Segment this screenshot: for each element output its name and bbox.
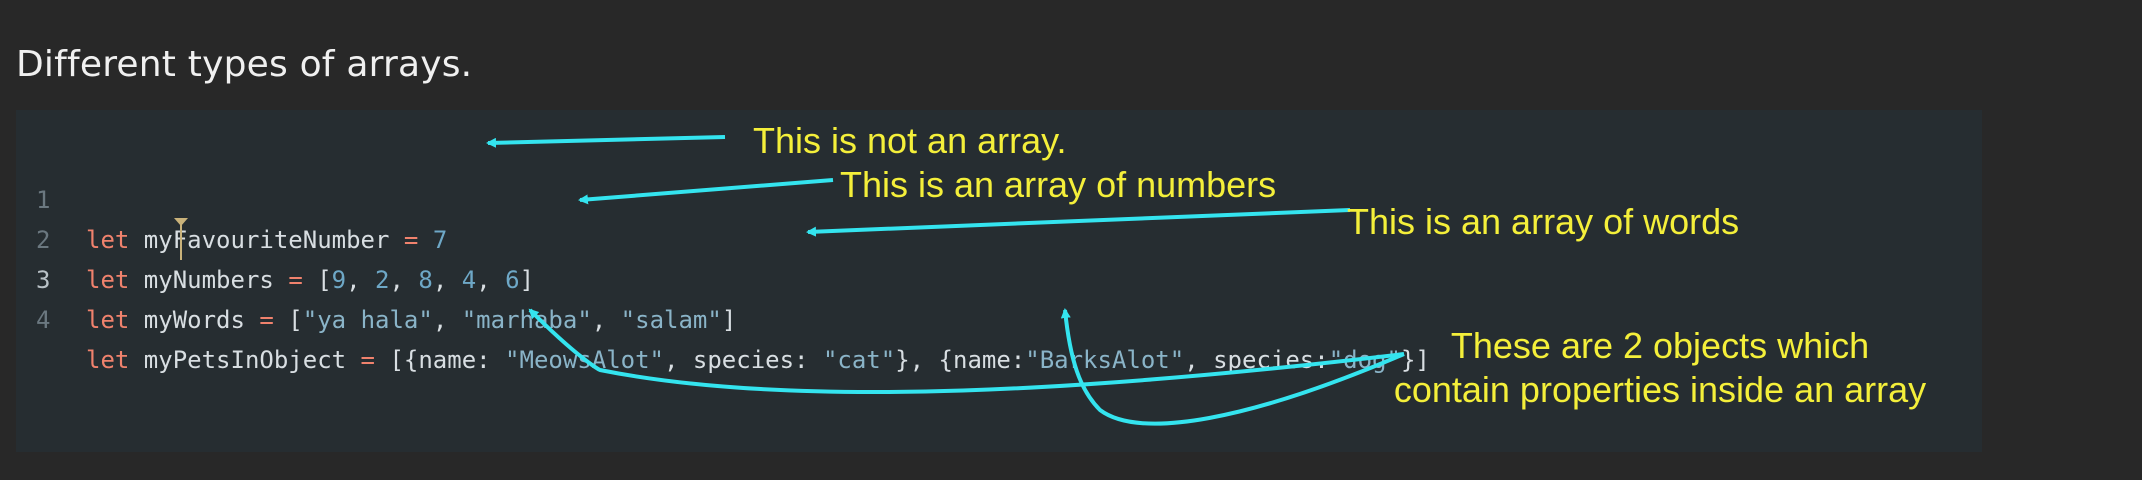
code-token: , [389, 266, 419, 294]
code-token: , [591, 306, 621, 334]
code-token: = [259, 306, 274, 334]
code-token: let [86, 266, 130, 294]
page-title: Different types of arrays. [16, 44, 473, 85]
code-token: ] [721, 306, 737, 334]
code-token: "MeowsAlot" [505, 346, 664, 374]
code-text: let myPetsInObject = [{name: "MeowsAlot"… [86, 340, 1430, 380]
text-cursor [180, 224, 182, 260]
annotation-objects-line-1: These are 2 objects which [1450, 325, 1870, 366]
code-token: "ya hala" [302, 306, 433, 334]
code-token: 7 [432, 226, 448, 254]
line-number: 4 [36, 306, 51, 334]
code-text: let myWords = ["ya hala", "marhaba", "sa… [86, 300, 736, 340]
code-line-4[interactable]: 4 let myPetsInObject = [{name: "MeowsAlo… [16, 260, 1430, 374]
code-token: "BarksAlot" [1025, 346, 1185, 374]
annotation-array-words: This is an array of words [1347, 201, 1740, 242]
code-token: 8 [418, 266, 433, 294]
code-token: , [476, 266, 506, 294]
code-token: [ [302, 266, 332, 294]
code-line-3[interactable]: 3 let myWords = ["ya hala", "marhaba", "… [16, 220, 736, 334]
annotation-array-numbers: This is an array of numbers [840, 164, 1277, 205]
code-token: myNumbers [129, 266, 289, 294]
code-token: 6 [505, 266, 520, 294]
code-token: "cat" [822, 346, 896, 374]
code-token: [{name: [375, 346, 506, 374]
code-token: myWords [129, 306, 260, 334]
code-token: , [432, 306, 462, 334]
code-token: 2 [375, 266, 390, 294]
code-token: let [86, 346, 130, 374]
code-token: "salam" [620, 306, 722, 334]
code-token: ] [519, 266, 535, 294]
code-text: let myNumbers = [9, 2, 8, 4, 6] [86, 260, 534, 300]
code-token: }, {name: [895, 346, 1026, 374]
code-token: myFavouriteNumber [129, 226, 404, 254]
annotation-objects: These are 2 objects which contain proper… [1370, 324, 1950, 412]
code-token: = [288, 266, 303, 294]
code-token: myPetsInObject [129, 346, 361, 374]
annotation-objects-line-2: contain properties inside an array [1393, 369, 1927, 410]
code-token: let [86, 226, 130, 254]
code-token: "marhaba" [461, 306, 592, 334]
code-token: , [432, 266, 462, 294]
code-token: 4 [461, 266, 477, 294]
code-token: , species: [1184, 346, 1329, 374]
annotation-not-array: This is not an array. [753, 120, 1067, 161]
code-token: let [86, 306, 130, 334]
code-token: = [360, 346, 375, 374]
code-token: [ [273, 306, 303, 334]
code-token: = [403, 226, 419, 254]
code-text: let myFavouriteNumber = 7 [86, 220, 447, 260]
code-token: , [346, 266, 376, 294]
code-line-2[interactable]: 2 let myNumbers = [9, 2, 8, 4, 6] [16, 180, 534, 294]
code-token: 9 [331, 266, 347, 294]
code-line-1[interactable]: 1 let myFavouriteNumber = 7 [16, 140, 447, 254]
code-token: , species: [664, 346, 823, 374]
